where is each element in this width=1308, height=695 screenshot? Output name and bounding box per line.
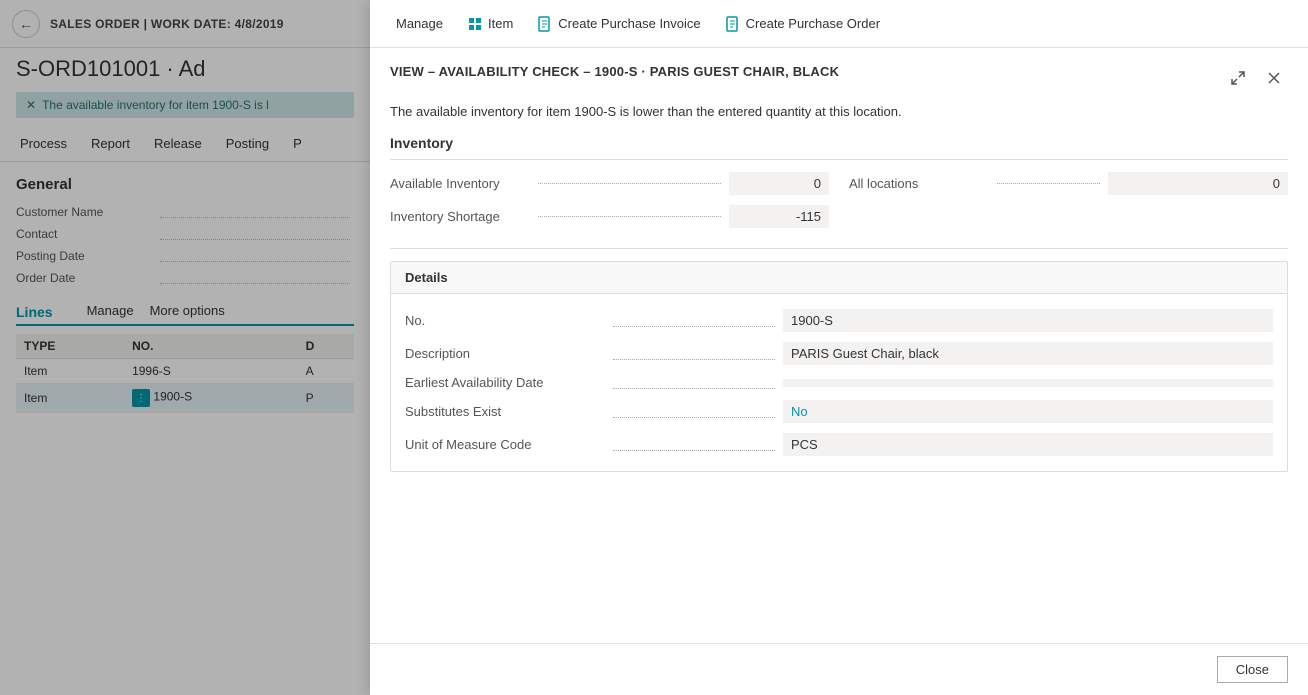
details-earliest-availability-field: Earliest Availability Date (405, 370, 1273, 395)
details-substitutes-exist-value[interactable]: No (783, 400, 1273, 423)
details-unit-of-measure-field: Unit of Measure Code PCS (405, 428, 1273, 461)
create-purchase-invoice-button[interactable]: Create Purchase Invoice (527, 11, 710, 37)
modal-header-actions (1224, 64, 1288, 92)
close-button[interactable]: Close (1217, 656, 1288, 683)
create-purchase-order-icon (725, 16, 741, 32)
modal-header: VIEW – AVAILABILITY CHECK – 1900-S · PAR… (370, 48, 1308, 102)
details-section: Details No. 1900-S Description PARIS Gue… (390, 261, 1288, 472)
modal-footer: Close (370, 643, 1308, 695)
details-description-label: Description (405, 346, 605, 361)
details-description-field: Description PARIS Guest Chair, black (405, 337, 1273, 370)
expand-button[interactable] (1224, 64, 1252, 92)
details-substitutes-exist-field: Substitutes Exist No (405, 395, 1273, 428)
details-content: No. 1900-S Description PARIS Guest Chair… (391, 294, 1287, 471)
inventory-grid: Available Inventory 0 All locations 0 In… (390, 172, 1288, 228)
inventory-section-title: Inventory (390, 135, 1288, 160)
create-purchase-invoice-label: Create Purchase Invoice (558, 16, 700, 31)
details-unit-of-measure-label: Unit of Measure Code (405, 437, 605, 452)
manage-button[interactable]: Manage (386, 11, 453, 36)
item-icon (467, 16, 483, 32)
details-no-field: No. 1900-S (405, 304, 1273, 337)
section-divider (390, 248, 1288, 249)
close-modal-button[interactable] (1260, 64, 1288, 92)
create-purchase-invoice-icon (537, 16, 553, 32)
details-no-label: No. (405, 313, 605, 328)
inventory-shortage-value: -115 (729, 205, 829, 228)
details-substitutes-exist-label: Substitutes Exist (405, 404, 605, 419)
availability-check-modal: Manage Item Crea (370, 0, 1308, 695)
details-no-value: 1900-S (783, 309, 1273, 332)
create-purchase-order-label: Create Purchase Order (746, 16, 880, 31)
item-button[interactable]: Item (457, 11, 523, 37)
inventory-shortage-label: Inventory Shortage (390, 209, 530, 224)
available-inventory-value: 0 (729, 172, 829, 195)
warning-message: The available inventory for item 1900-S … (370, 102, 1308, 135)
modal-actionbar: Manage Item Crea (370, 0, 1308, 48)
all-locations-field: All locations 0 (849, 172, 1288, 195)
modal-title: VIEW – AVAILABILITY CHECK – 1900-S · PAR… (390, 64, 839, 79)
all-locations-value: 0 (1108, 172, 1288, 195)
inventory-shortage-field: Inventory Shortage -115 (390, 205, 829, 228)
available-inventory-field: Available Inventory 0 (390, 172, 829, 195)
details-earliest-availability-value (783, 379, 1273, 387)
available-inventory-label: Available Inventory (390, 176, 530, 191)
details-unit-of-measure-value: PCS (783, 433, 1273, 456)
details-section-title: Details (391, 262, 1287, 294)
manage-label: Manage (396, 16, 443, 31)
details-description-value: PARIS Guest Chair, black (783, 342, 1273, 365)
create-purchase-order-button[interactable]: Create Purchase Order (715, 11, 890, 37)
inventory-section: Inventory Available Inventory 0 All loca… (370, 135, 1308, 248)
all-locations-label: All locations (849, 176, 989, 191)
details-earliest-availability-label: Earliest Availability Date (405, 375, 605, 390)
item-label: Item (488, 16, 513, 31)
